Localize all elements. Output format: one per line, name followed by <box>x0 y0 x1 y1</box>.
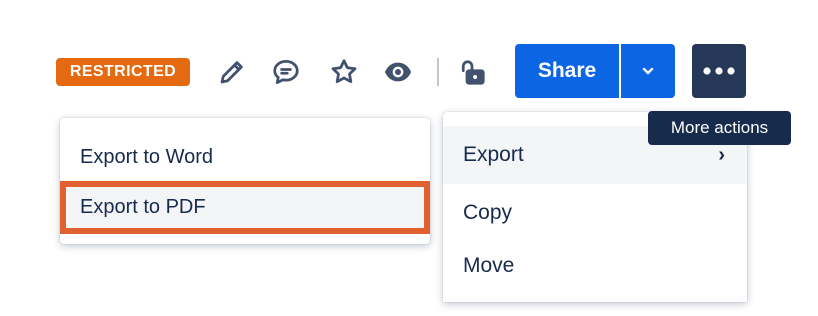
restricted-badge[interactable]: RESTRICTED <box>56 58 190 86</box>
menu-item-export-to-pdf[interactable]: Export to PDF <box>64 184 426 230</box>
chevron-down-icon <box>642 67 654 75</box>
toolbar-divider <box>437 58 439 86</box>
share-button-group: Share <box>515 44 675 98</box>
menu-item-move[interactable]: Move <box>443 240 747 292</box>
share-dropdown-button[interactable] <box>621 44 675 98</box>
watch-eye-icon[interactable] <box>378 52 418 92</box>
chevron-right-icon: › <box>718 143 725 166</box>
menu-item-copy[interactable]: Copy <box>443 187 747 239</box>
menu-item-label: Export to PDF <box>80 195 206 218</box>
unlocked-padlock-icon[interactable] <box>452 52 492 92</box>
ellipsis-icon <box>703 67 735 75</box>
menu-item-label: Export to Word <box>80 145 214 168</box>
menu-item-label: Move <box>463 254 515 277</box>
menu-item-label: Export <box>463 143 524 166</box>
more-actions-tooltip: More actions <box>648 111 791 145</box>
star-icon[interactable] <box>324 52 364 92</box>
share-button[interactable]: Share <box>515 44 619 98</box>
share-split-divider <box>619 44 621 98</box>
page-toolbar-area: RESTRICTED Share Export › Copy Move More… <box>0 0 818 316</box>
menu-item-label: Copy <box>463 201 513 224</box>
more-actions-button[interactable] <box>692 44 746 98</box>
comment-icon[interactable] <box>266 52 306 92</box>
menu-item-export-to-word[interactable]: Export to Word <box>60 134 430 180</box>
export-submenu: Export to Word Export to PDF <box>60 118 430 244</box>
edit-pencil-icon[interactable] <box>212 52 252 92</box>
